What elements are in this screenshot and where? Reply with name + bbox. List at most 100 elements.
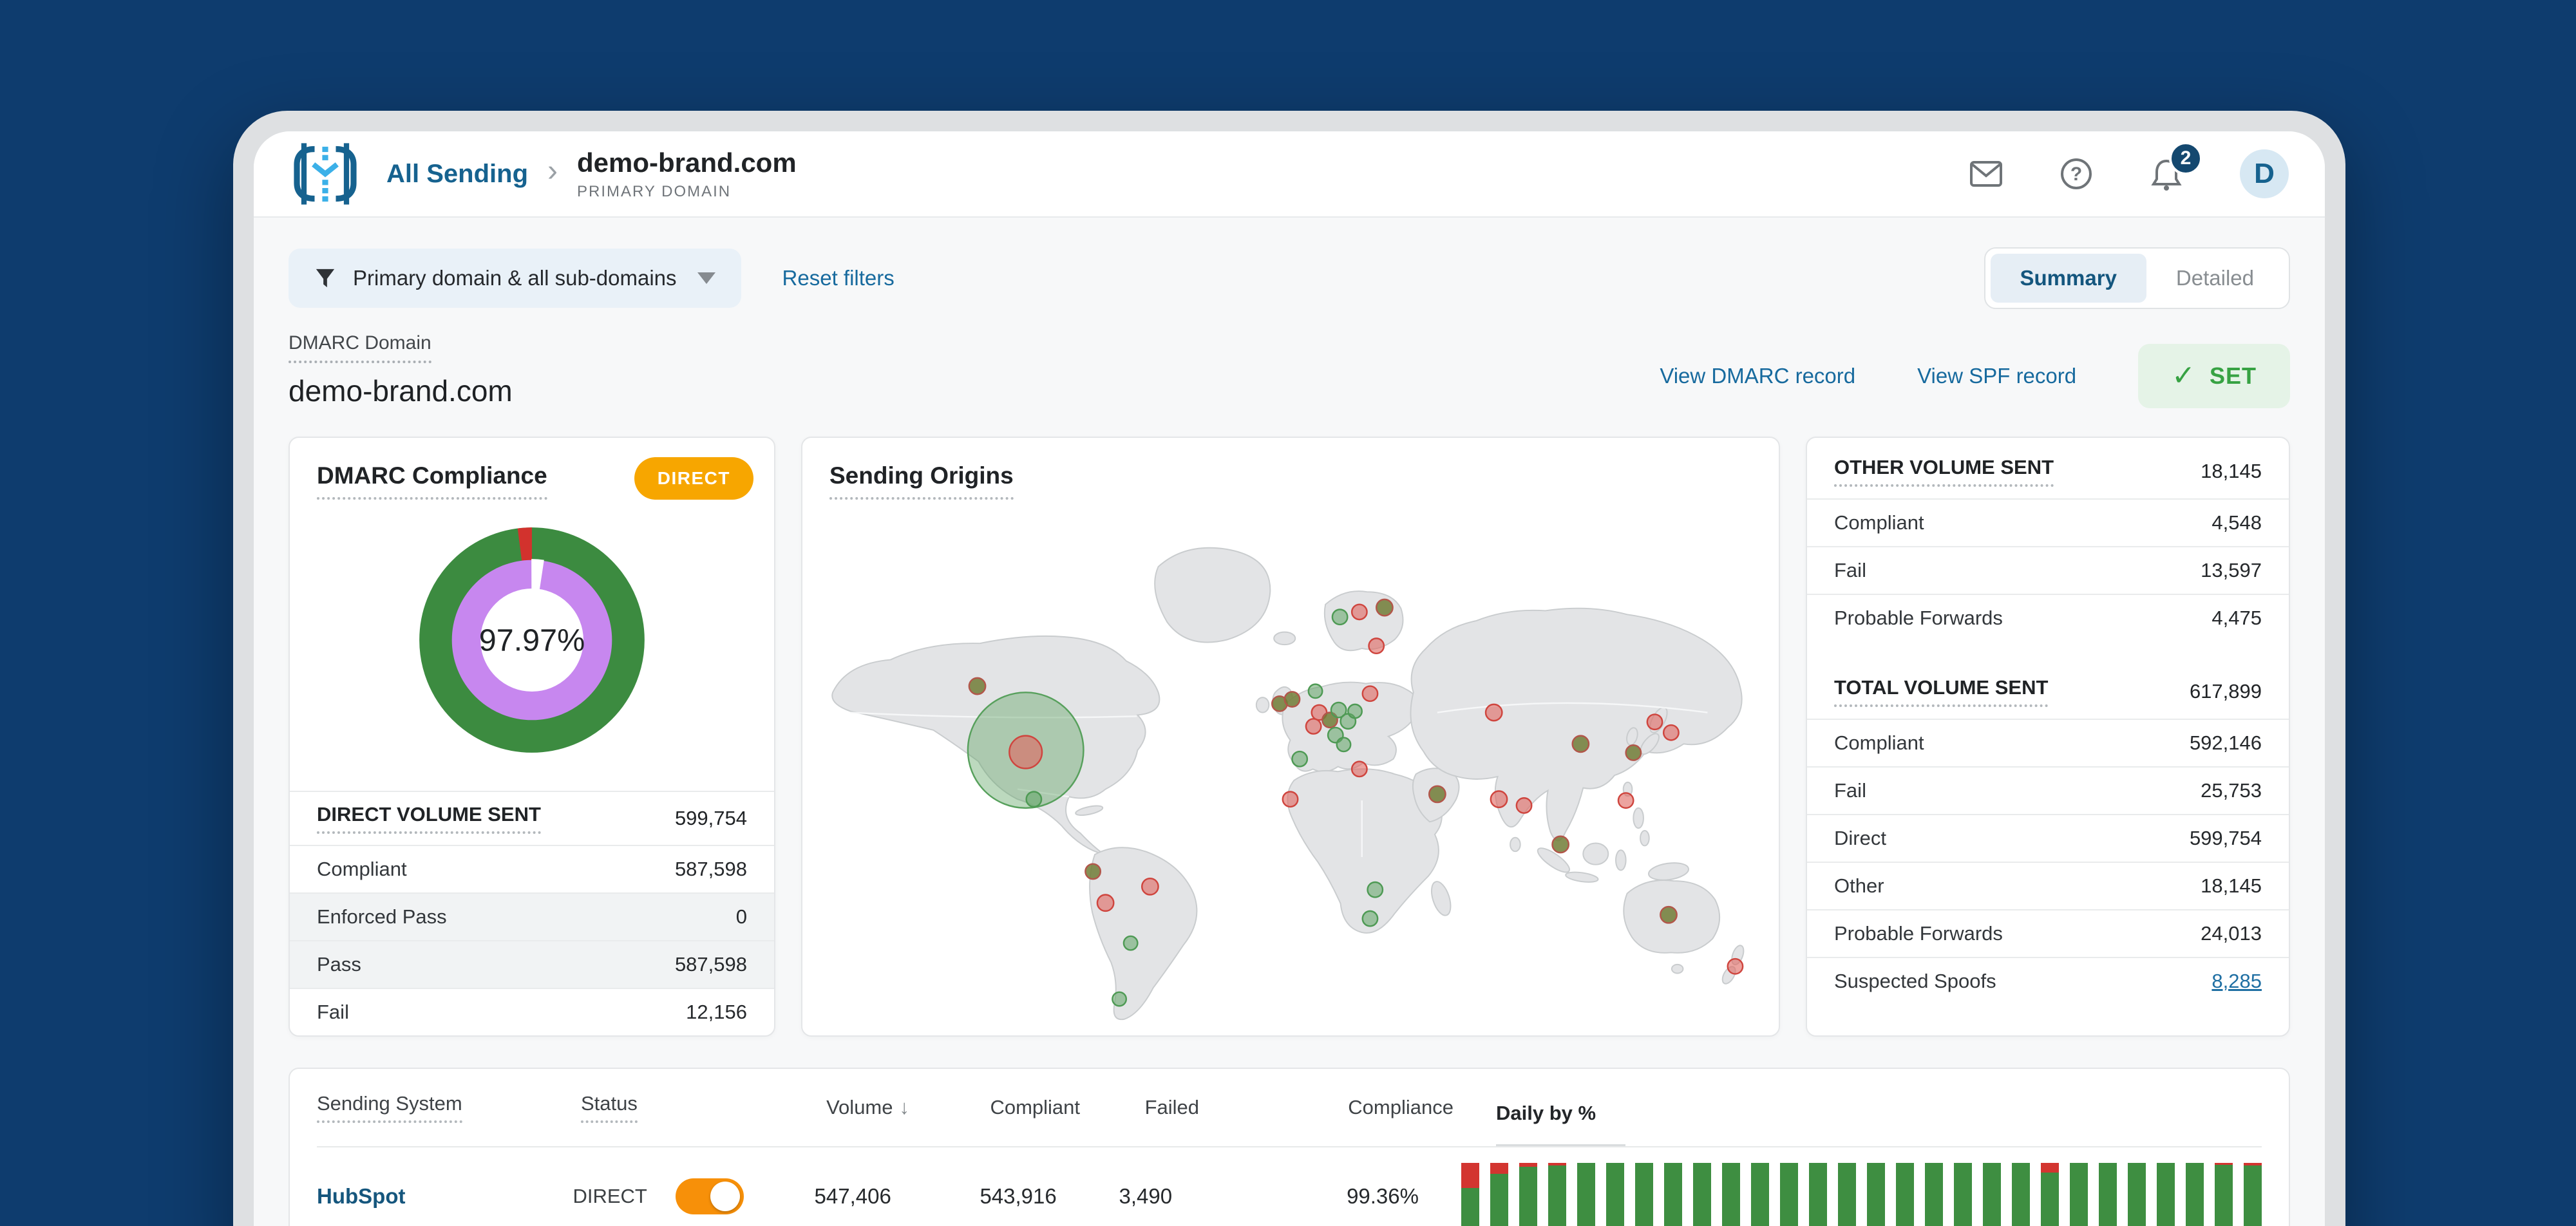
- map-dot[interactable]: [1484, 703, 1503, 722]
- map-dot[interactable]: [1727, 957, 1744, 975]
- daily-bar[interactable]: [1867, 1163, 1885, 1226]
- view-spf-record-link[interactable]: View SPF record: [1917, 364, 2076, 388]
- map-dot[interactable]: [1347, 703, 1363, 719]
- table-row: Compliant 592,146: [1807, 719, 2289, 766]
- daily-bar[interactable]: [1693, 1163, 1711, 1226]
- tab-detailed[interactable]: Detailed: [2146, 254, 2284, 303]
- daily-bar[interactable]: [1490, 1163, 1508, 1226]
- col-compliance[interactable]: Compliance: [1199, 1096, 1454, 1119]
- daily-bar[interactable]: [2215, 1163, 2233, 1226]
- daily-bar[interactable]: [1809, 1163, 1827, 1226]
- breadcrumb-all-sending[interactable]: All Sending: [386, 160, 528, 189]
- row-value: 12,156: [686, 1001, 747, 1023]
- sending-system-link[interactable]: HubSpot: [317, 1184, 573, 1209]
- view-dmarc-record-link[interactable]: View DMARC record: [1660, 364, 1855, 388]
- map-dot[interactable]: [1291, 750, 1309, 768]
- daily-bar[interactable]: [2157, 1163, 2175, 1226]
- daily-bar[interactable]: [1548, 1163, 1566, 1226]
- row-label: Enforced Pass: [317, 905, 447, 928]
- daily-bar[interactable]: [1751, 1163, 1769, 1226]
- world-map[interactable]: [802, 500, 1779, 1035]
- domain-filter-dropdown[interactable]: Primary domain & all sub-domains: [289, 249, 741, 308]
- avatar[interactable]: D: [2240, 149, 2289, 198]
- set-button-label: SET: [2209, 363, 2257, 389]
- map-dot[interactable]: [1336, 737, 1352, 753]
- map-dot[interactable]: [1646, 713, 1663, 731]
- daily-bar[interactable]: [1983, 1163, 2001, 1226]
- map-dot[interactable]: [1428, 785, 1446, 804]
- map-dot[interactable]: [1625, 744, 1642, 761]
- map-dot[interactable]: [1307, 683, 1323, 699]
- map-dot[interactable]: [1350, 760, 1368, 778]
- daily-bar[interactable]: [2186, 1163, 2204, 1226]
- map-dot[interactable]: [1009, 735, 1043, 769]
- map-dot[interactable]: [1283, 691, 1301, 708]
- map-dot[interactable]: [1551, 835, 1570, 854]
- map-dot[interactable]: [1617, 792, 1634, 809]
- daily-bar[interactable]: [1461, 1163, 1479, 1226]
- map-dot[interactable]: [1084, 863, 1102, 880]
- daily-bar[interactable]: [1954, 1163, 1972, 1226]
- daily-bar[interactable]: [1635, 1163, 1653, 1226]
- map-dot[interactable]: [1367, 881, 1384, 898]
- map-dot[interactable]: [1112, 991, 1128, 1007]
- map-dot[interactable]: [1305, 718, 1322, 735]
- map-dot[interactable]: [1096, 894, 1115, 912]
- compliance-donut-chart[interactable]: 97.97%: [406, 514, 658, 766]
- col-status[interactable]: Status: [581, 1092, 638, 1123]
- map-dot[interactable]: [1331, 608, 1349, 626]
- daily-bar[interactable]: [2070, 1163, 2088, 1226]
- map-dot[interactable]: [1141, 877, 1159, 896]
- daily-bar[interactable]: [1925, 1163, 1943, 1226]
- col-volume[interactable]: Volume ↓: [781, 1096, 909, 1119]
- suspected-spoofs-link[interactable]: 8,285: [2211, 970, 2262, 993]
- col-compliant[interactable]: Compliant: [909, 1096, 1080, 1119]
- daily-bar[interactable]: [2041, 1163, 2059, 1226]
- daily-bar[interactable]: [2244, 1163, 2262, 1226]
- map-dot[interactable]: [1375, 598, 1394, 617]
- map-dot[interactable]: [1571, 735, 1590, 753]
- daily-bar[interactable]: [1606, 1163, 1624, 1226]
- map-dot[interactable]: [1361, 910, 1379, 927]
- daily-bar[interactable]: [2128, 1163, 2146, 1226]
- map-dot[interactable]: [1282, 791, 1299, 808]
- daily-bar[interactable]: [1838, 1163, 1856, 1226]
- daily-bar[interactable]: [2012, 1163, 2030, 1226]
- daily-bar[interactable]: [1519, 1163, 1537, 1226]
- map-dot[interactable]: [1368, 637, 1385, 655]
- dmarcian-logo[interactable]: [290, 143, 361, 205]
- table-row: Fail 12,156: [290, 988, 774, 1035]
- other-volume-value: 18,145: [2201, 460, 2262, 482]
- col-failed[interactable]: Failed: [1080, 1096, 1199, 1119]
- daily-bar[interactable]: [1780, 1163, 1798, 1226]
- map-dot[interactable]: [1361, 685, 1379, 703]
- daily-bar[interactable]: [1664, 1163, 1682, 1226]
- bell-icon[interactable]: 2: [2150, 142, 2202, 191]
- mail-icon[interactable]: [1969, 157, 2003, 191]
- row-label: Fail: [1834, 559, 1866, 581]
- daily-bar[interactable]: [1896, 1163, 1914, 1226]
- daily-bars-chart[interactable]: [1461, 1147, 2262, 1226]
- col-sending-system[interactable]: Sending System: [317, 1092, 462, 1123]
- daily-bar[interactable]: [1722, 1163, 1740, 1226]
- help-icon[interactable]: ?: [2060, 157, 2093, 191]
- map-dot[interactable]: [1662, 724, 1680, 741]
- map-dot[interactable]: [1515, 797, 1533, 814]
- daily-bar[interactable]: [2099, 1163, 2117, 1226]
- status-toggle[interactable]: [675, 1178, 744, 1214]
- daily-bar[interactable]: [1577, 1163, 1595, 1226]
- row-value: 587,598: [674, 858, 747, 880]
- notification-badge[interactable]: 2: [2169, 142, 2202, 175]
- map-dot[interactable]: [1660, 905, 1678, 924]
- map-dot[interactable]: [1350, 603, 1368, 621]
- dmarc-set-button[interactable]: ✓ SET: [2138, 344, 2290, 408]
- toggle-knob: [710, 1182, 740, 1211]
- map-dot[interactable]: [968, 677, 987, 695]
- map-dot[interactable]: [1122, 935, 1139, 951]
- table-row: Other 18,145: [1807, 862, 2289, 909]
- map-dot[interactable]: [1490, 790, 1508, 809]
- map-dot[interactable]: [1025, 791, 1043, 808]
- tab-summary[interactable]: Summary: [1990, 254, 2146, 303]
- dmarc-domain-name: demo-brand.com: [289, 374, 513, 408]
- reset-filters-link[interactable]: Reset filters: [782, 266, 895, 290]
